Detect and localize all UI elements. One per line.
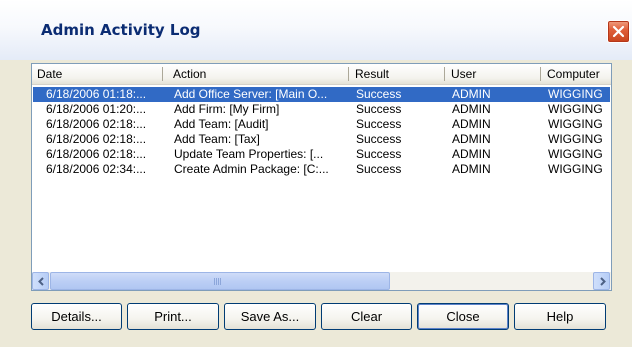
column-header-result[interactable]: Result — [350, 64, 445, 84]
cell-user: ADMIN — [452, 87, 491, 101]
table-row[interactable]: 6/18/2006 02:18:... Update Team Properti… — [33, 147, 610, 162]
clear-button[interactable]: Clear — [321, 303, 412, 330]
column-header-computer[interactable]: Computer — [542, 64, 611, 84]
table-row[interactable]: 6/18/2006 02:34:... Create Admin Package… — [33, 162, 610, 177]
column-header-date[interactable]: Date — [32, 64, 163, 84]
list-header: Date Action Result User Computer — [32, 64, 611, 85]
close-icon — [612, 25, 625, 38]
cell-action: Add Team: [Tax] — [174, 132, 260, 146]
cell-date: 6/18/2006 02:18:... — [46, 132, 147, 146]
cell-result: Success — [356, 102, 402, 116]
details-button[interactable]: Details... — [31, 303, 122, 330]
cell-result: Success — [356, 132, 402, 146]
table-row[interactable]: 6/18/2006 01:20:... Add Firm: [My Firm] … — [33, 102, 610, 117]
column-header-user[interactable]: User — [446, 64, 541, 84]
cell-computer: WIGGING — [548, 132, 603, 146]
cell-date: 6/18/2006 02:18:... — [46, 117, 147, 131]
table-row[interactable]: 6/18/2006 02:18:... Add Team: [Tax] Succ… — [33, 132, 610, 147]
close-button[interactable]: Close — [417, 303, 509, 330]
cell-user: ADMIN — [452, 147, 491, 161]
cell-action: Add Office Server: [Main O... — [174, 87, 328, 101]
cell-action: Add Team: [Audit] — [174, 117, 269, 131]
horizontal-scrollbar[interactable] — [32, 272, 611, 290]
window-title: Admin Activity Log — [41, 21, 201, 39]
cell-result: Success — [356, 147, 402, 161]
cell-user: ADMIN — [452, 102, 491, 116]
cell-action: Add Firm: [My Firm] — [174, 102, 280, 116]
arrow-right-icon — [600, 277, 606, 286]
print-button[interactable]: Print... — [127, 303, 219, 330]
cell-action: Update Team Properties: [... — [174, 147, 324, 161]
arrow-left-icon — [38, 277, 44, 286]
table-row[interactable]: 6/18/2006 02:18:... Add Team: [Audit] Su… — [33, 117, 610, 132]
cell-computer: WIGGING — [548, 147, 603, 161]
cell-computer: WIGGING — [548, 102, 603, 116]
cell-date: 6/18/2006 02:18:... — [46, 147, 147, 161]
scroll-thumb[interactable] — [50, 272, 390, 290]
column-header-action[interactable]: Action — [168, 64, 349, 84]
cell-result: Success — [356, 87, 402, 101]
scroll-right-button[interactable] — [593, 272, 610, 290]
cell-date: 6/18/2006 01:20:... — [46, 102, 147, 116]
save-as-button[interactable]: Save As... — [224, 303, 316, 330]
cell-result: Success — [356, 162, 402, 176]
scroll-left-button[interactable] — [32, 272, 49, 290]
close-window-button[interactable] — [607, 20, 630, 43]
help-button[interactable]: Help — [514, 303, 606, 330]
cell-action: Create Admin Package: [C:... — [174, 162, 329, 176]
activity-list[interactable]: Date Action Result User Computer 6/18/20… — [31, 63, 612, 291]
cell-date: 6/18/2006 01:18:... — [46, 87, 147, 101]
cell-computer: WIGGING — [548, 117, 603, 131]
scroll-grip — [214, 278, 224, 285]
cell-user: ADMIN — [452, 132, 491, 146]
title-bar[interactable]: Admin Activity Log — [0, 0, 632, 60]
cell-computer: WIGGING — [548, 162, 603, 176]
admin-activity-log-dialog: Admin Activity Log Date Action Result Us… — [0, 0, 632, 347]
cell-date: 6/18/2006 02:34:... — [46, 162, 147, 176]
cell-user: ADMIN — [452, 117, 491, 131]
list-rows: 6/18/2006 01:18:... Add Office Server: [… — [32, 86, 611, 268]
table-row[interactable]: 6/18/2006 01:18:... Add Office Server: [… — [33, 87, 610, 102]
cell-result: Success — [356, 117, 402, 131]
cell-user: ADMIN — [452, 162, 491, 176]
cell-computer: WIGGING — [548, 87, 603, 101]
